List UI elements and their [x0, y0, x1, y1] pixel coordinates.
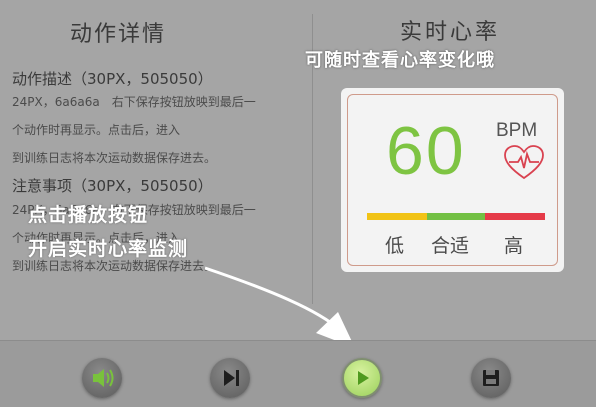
description-line: 24PX，6a6a6a 右下保存按钮放映到最后一 — [12, 95, 256, 109]
skip-next-icon — [224, 370, 239, 386]
save-button[interactable] — [471, 358, 511, 398]
volume-button[interactable] — [82, 358, 122, 398]
description-heading: 动作描述（30PX，505050） — [12, 70, 213, 88]
next-button[interactable] — [210, 358, 250, 398]
play-tip-line1: 点击播放按钮 — [28, 204, 149, 226]
speaker-icon — [93, 369, 114, 387]
heart-pulse-icon — [504, 145, 544, 180]
bpm-unit: BPM — [496, 120, 538, 141]
save-icon — [483, 370, 499, 386]
notes-heading: 注意事项（30PX，505050） — [12, 177, 213, 195]
heart-rate-tip: 可随时查看心率变化哦 — [305, 50, 495, 71]
level-bar-ok — [427, 213, 485, 220]
level-label-ok: 合适 — [431, 235, 470, 257]
description-line: 到训练日志将本次运动数据保存进去。 — [12, 151, 217, 165]
description-text: 24PX，6a6a6a 右下保存按钮放映到最后一 个动作时再显示。点击后，进入 … — [12, 88, 302, 172]
level-bar-low — [367, 213, 427, 220]
level-label-high: 高 — [504, 235, 524, 257]
play-tip-line2: 开启实时心率监测 — [28, 238, 189, 260]
detail-title: 动作详情 — [70, 22, 167, 47]
play-icon — [358, 371, 369, 385]
heart-rate-value: 60 — [386, 113, 466, 189]
heart-rate-title: 实时心率 — [400, 20, 501, 45]
description-line: 个动作时再显示。点击后，进入 — [12, 123, 181, 137]
level-label-low: 低 — [385, 235, 405, 257]
play-button[interactable] — [342, 358, 382, 398]
level-bar-high — [485, 213, 545, 220]
